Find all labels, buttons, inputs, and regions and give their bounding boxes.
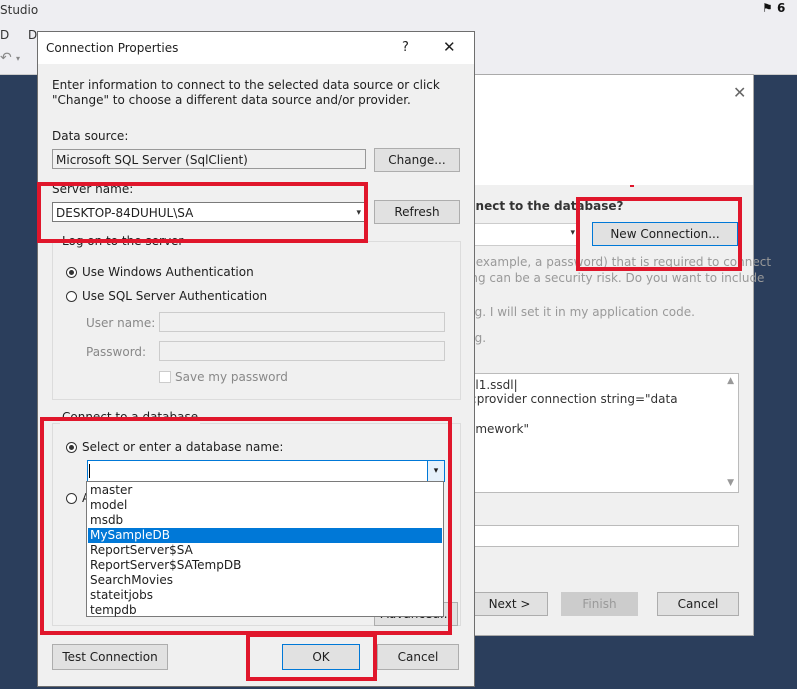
vs-titlebar: Studio ⚑ 6 xyxy=(0,0,797,22)
chevron-down-icon[interactable]: ▾ xyxy=(16,54,20,63)
connection-string-box[interactable]: el1.ssdl| t;provider connection string="… xyxy=(461,373,739,493)
sensitive-data-line2: ing can be a security risk. Do you want … xyxy=(467,271,765,285)
help-icon[interactable]: ? xyxy=(402,40,409,55)
change-button[interactable]: Change... xyxy=(374,148,460,172)
wizard-close-icon[interactable]: ✕ xyxy=(733,83,746,102)
refresh-button[interactable]: Refresh xyxy=(374,200,460,224)
next-button[interactable]: Next > xyxy=(471,592,548,616)
connection-string-line2: t;provider connection string="data xyxy=(468,392,678,406)
notification-flag-icon[interactable]: ⚑ 6 xyxy=(762,1,785,15)
close-icon[interactable]: ✕ xyxy=(443,38,456,56)
data-source-wizard: ✕ nnect to the database? ▾ New Connectio… xyxy=(460,74,771,636)
menu-item-d[interactable]: D xyxy=(28,28,37,42)
data-source-label: Data source: xyxy=(52,129,129,143)
chevron-down-icon: ▾ xyxy=(570,228,575,238)
scroll-down-icon[interactable]: ▼ xyxy=(727,478,734,488)
wizard-connection-combo[interactable]: ▾ xyxy=(461,223,579,246)
finish-button: Finish xyxy=(561,592,638,616)
sql-auth-radio[interactable] xyxy=(66,291,77,302)
save-password-checkbox xyxy=(159,371,171,383)
highlight-server-name xyxy=(37,182,368,243)
test-connection-button[interactable]: Test Connection xyxy=(52,644,168,670)
dialog-title: Connection Properties xyxy=(46,41,179,55)
wizard-header xyxy=(461,75,753,185)
highlight-ok-button xyxy=(246,633,377,681)
windows-auth-label[interactable]: Use Windows Authentication xyxy=(82,265,254,279)
wizard-cancel-button[interactable]: Cancel xyxy=(657,592,739,616)
scroll-up-icon[interactable]: ▲ xyxy=(727,376,734,386)
password-label: Password: xyxy=(86,345,147,359)
connection-string-line3: amework" xyxy=(468,422,529,436)
undo-icon[interactable]: ↶ xyxy=(0,50,12,66)
connection-name-input[interactable] xyxy=(461,525,739,547)
dialog-titlebar: Connection Properties ? ✕ xyxy=(38,32,474,64)
intro-text: Enter information to connect to the sele… xyxy=(52,78,440,107)
cancel-button[interactable]: Cancel xyxy=(377,644,459,670)
highlight-mark xyxy=(630,185,634,187)
data-source-field: Microsoft SQL Server (SqlClient) xyxy=(52,149,366,169)
option-exclude-sensitive[interactable]: ng. I will set it in my application code… xyxy=(467,305,695,319)
notification-count: 6 xyxy=(776,1,786,15)
save-password-label: Save my password xyxy=(175,370,288,384)
sql-auth-label[interactable]: Use SQL Server Authentication xyxy=(82,289,267,303)
highlight-new-connection xyxy=(576,197,742,271)
username-input xyxy=(159,312,445,332)
menu-item-debug[interactable]: D xyxy=(0,28,9,42)
password-input xyxy=(159,341,445,361)
connection-string-line1: el1.ssdl| xyxy=(468,378,518,392)
vs-title: Studio xyxy=(0,3,39,17)
username-label: User name: xyxy=(86,316,156,330)
windows-auth-radio[interactable] xyxy=(66,267,77,278)
highlight-database-selection xyxy=(40,417,452,635)
